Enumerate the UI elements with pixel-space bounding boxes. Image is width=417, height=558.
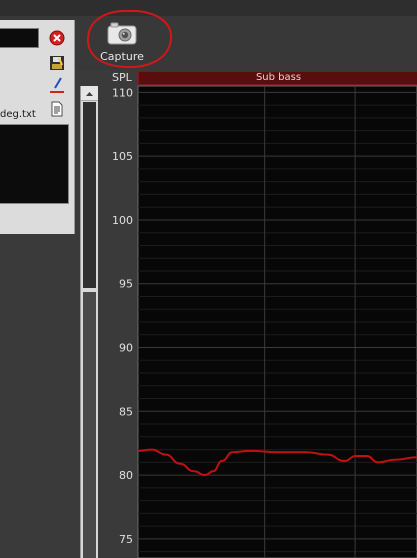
- highlight-circle: [86, 9, 173, 69]
- chevron-up-icon: [86, 92, 93, 96]
- y-tick-label: 75: [119, 533, 133, 546]
- y-tick-label: 110: [112, 86, 133, 99]
- document-icon[interactable]: [49, 101, 65, 117]
- spl-chart: SPL Sub bass 110 105 100 95 90 85 80 75: [98, 70, 417, 558]
- measurement-panel: deg.txt: [0, 20, 75, 235]
- pen-icon[interactable]: [49, 77, 65, 93]
- y-tick-label: 105: [112, 150, 133, 163]
- top-bar: [0, 0, 417, 16]
- left-pane: [0, 234, 78, 558]
- y-tick-label: 90: [119, 342, 133, 355]
- file-name: deg.txt: [0, 109, 36, 120]
- close-icon[interactable]: [49, 30, 65, 46]
- save-icon[interactable]: [49, 55, 65, 71]
- chart-plot: 110 105 100 95 90 85 80 75: [112, 85, 417, 558]
- preview-area: [0, 124, 69, 204]
- y-tick-label: 100: [112, 214, 133, 227]
- scroll-track-lower[interactable]: [83, 292, 96, 558]
- y-tick-label: 80: [119, 469, 133, 482]
- vertical-scrollbar[interactable]: [80, 86, 98, 558]
- y-tick-label: 85: [119, 405, 133, 418]
- scroll-thumb[interactable]: [83, 102, 96, 288]
- y-tick-label: 95: [119, 278, 133, 291]
- name-field[interactable]: [0, 28, 39, 48]
- scroll-up-button[interactable]: [81, 86, 98, 101]
